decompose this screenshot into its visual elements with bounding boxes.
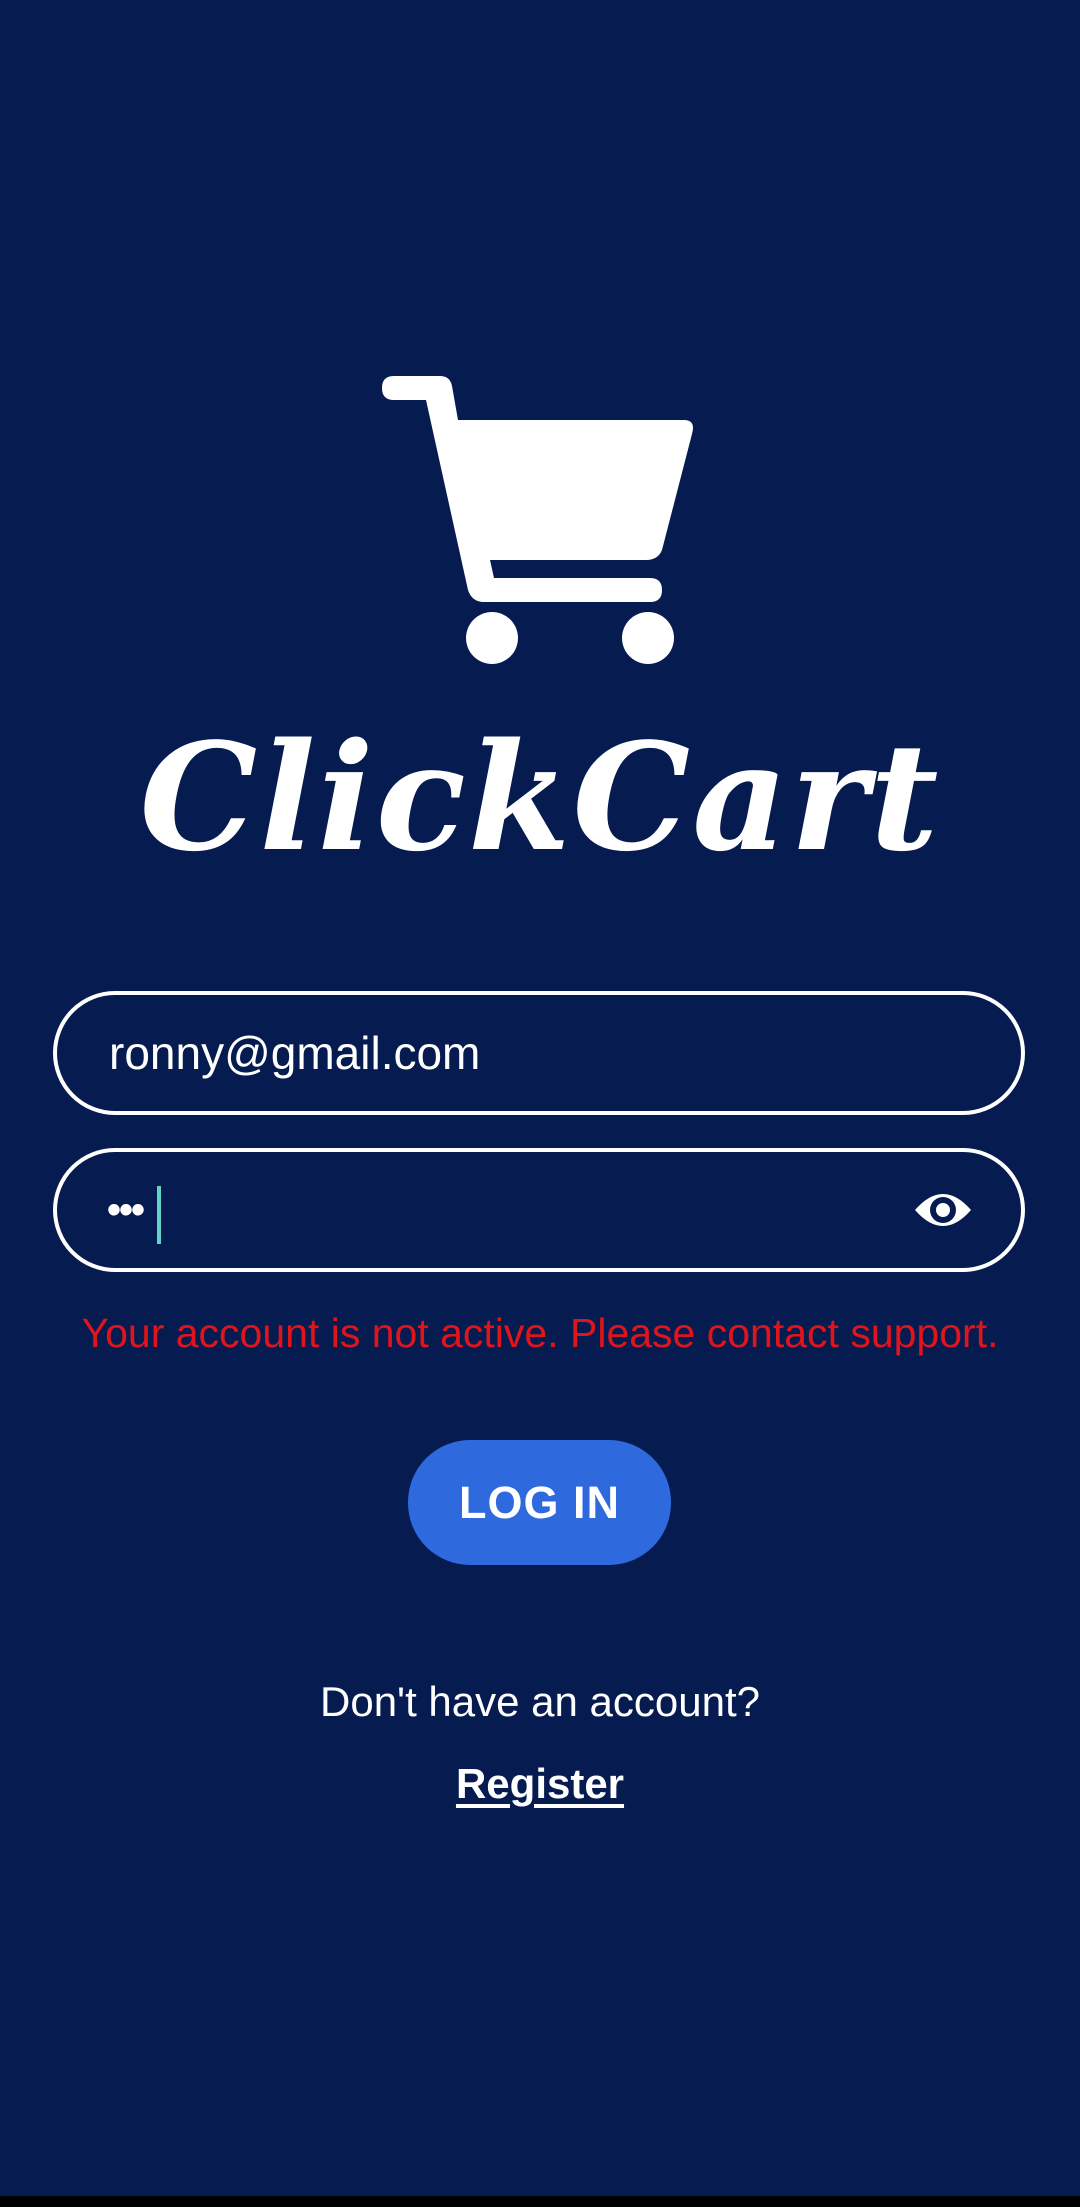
email-value: ronny@gmail.com bbox=[109, 1027, 481, 1079]
shopping-cart-icon bbox=[382, 376, 693, 664]
password-field[interactable]: ••• bbox=[53, 1148, 1025, 1272]
login-button[interactable]: LOG IN bbox=[408, 1440, 671, 1565]
text-caret bbox=[157, 1186, 161, 1244]
login-screen: ClickCart ronny@gmail.com ••• Your accou… bbox=[0, 0, 1080, 2196]
error-message: Your account is not active. Please conta… bbox=[81, 1310, 999, 1356]
password-value: ••• bbox=[107, 1188, 145, 1232]
eye-icon[interactable] bbox=[913, 1182, 973, 1238]
no-account-prompt: Don't have an account? bbox=[320, 1678, 760, 1725]
system-bottom-strip bbox=[0, 2196, 1080, 2207]
email-field[interactable]: ronny@gmail.com bbox=[53, 991, 1025, 1115]
brand-name: ClickCart bbox=[139, 710, 941, 884]
register-link[interactable]: Register bbox=[440, 1754, 640, 1814]
